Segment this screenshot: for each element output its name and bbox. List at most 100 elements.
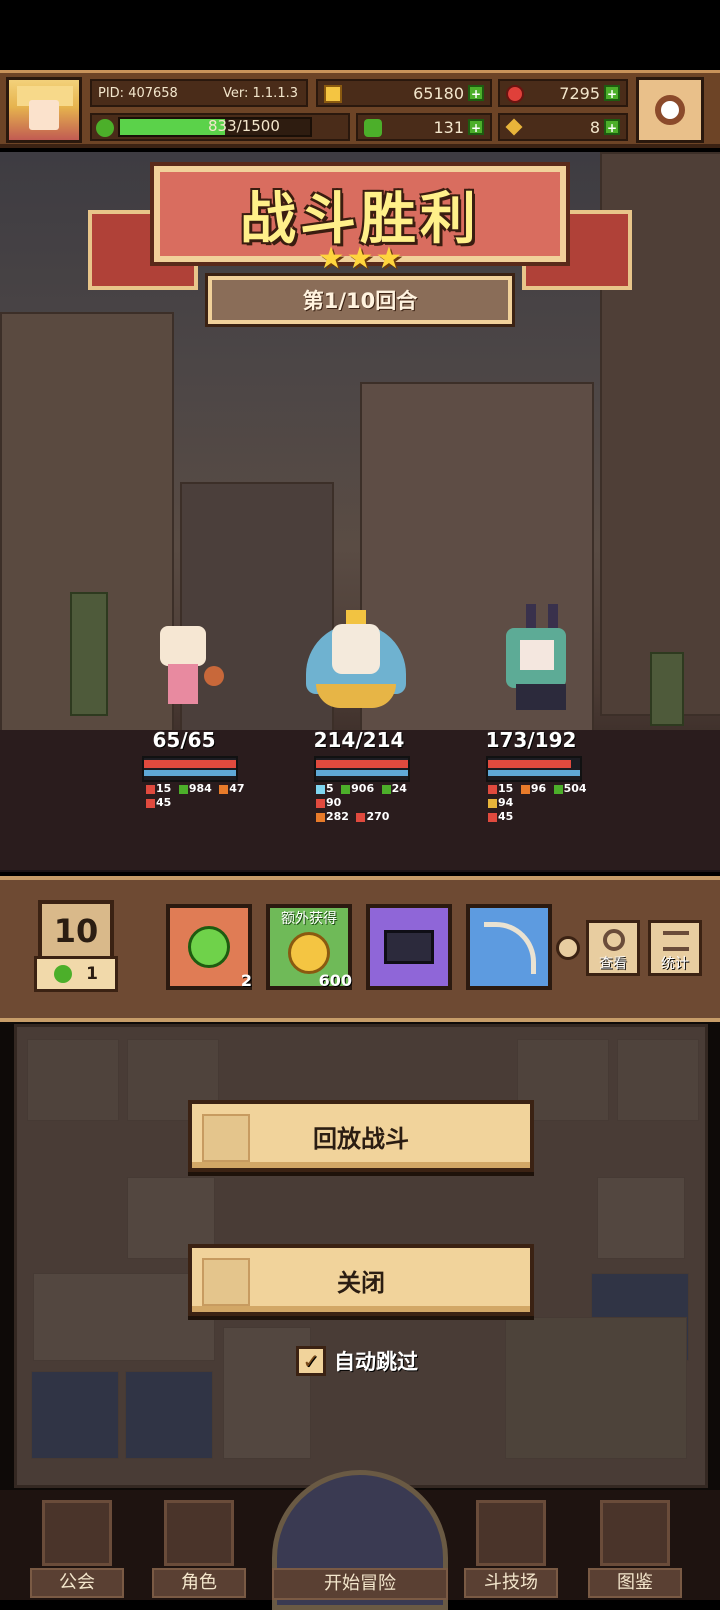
four-leaf-clover-icon [188, 926, 230, 968]
stats-label: 统计 [661, 956, 689, 972]
reward-slot-bow[interactable] [466, 904, 552, 990]
hero-2-stats: 5 906 24 90 282 270 [316, 782, 436, 824]
hero-2-hp-fill [316, 760, 408, 768]
level-badge: 10 [38, 900, 114, 962]
player-avatar[interactable] [6, 77, 82, 143]
extra-reward-label: 额外获得 [281, 911, 337, 927]
player-id: PID: 407658 [98, 85, 178, 101]
hero-3-stat-fire: 96 [530, 782, 547, 795]
nav-start-adventure[interactable]: 开始冒险 [272, 1470, 448, 1610]
round-indicator: 第1/10回合 [208, 276, 512, 324]
gem-value: 7295 [559, 83, 600, 103]
bow-icon [484, 922, 536, 974]
add-key-button[interactable]: + [604, 119, 620, 135]
lock-icon [202, 1114, 250, 1162]
hero-3-stat-attack: 15 [498, 782, 514, 795]
stamina-bar: 833/1500 [90, 113, 350, 141]
star-icon: ★ [375, 241, 403, 276]
reward-slot-clover[interactable]: 2 [166, 904, 252, 990]
hero-2-hp: 214/214 [313, 728, 405, 752]
page-indicator-dot [556, 936, 580, 960]
stats-button[interactable]: 统计 [648, 920, 702, 976]
stamina-progress: 833/1500 [118, 117, 312, 137]
hero-2-stat-regen: 24 [391, 782, 407, 795]
hero-2-stat-attack: 90 [326, 796, 342, 809]
add-clover-button[interactable]: + [468, 119, 484, 135]
player-info: PID: 407658 Ver: 1.1.1.3 [90, 79, 308, 107]
red-gem-icon [506, 85, 524, 103]
add-gold-button[interactable]: + [468, 85, 484, 101]
key-icon [505, 118, 523, 136]
hero-1-stat-damage: 45 [156, 796, 172, 809]
hero-3-hpbar [486, 756, 582, 782]
hero-1-stats: 15 984 47 45 [146, 782, 266, 810]
nav-character[interactable]: 角色 [152, 1500, 246, 1598]
gold-coin-icon [324, 85, 342, 103]
clover-icon [54, 965, 73, 983]
clover-value: 131 [433, 117, 464, 137]
nav-codex[interactable]: 图鉴 [588, 1500, 682, 1598]
replay-battle-label: 回放战斗 [313, 1124, 409, 1153]
auto-skip-checkbox[interactable]: ✓ [296, 1346, 326, 1376]
nav-character-label: 角色 [152, 1568, 246, 1598]
hero-2-stat-damage: 270 [366, 810, 390, 823]
hero-2-stat-heal: 906 [351, 782, 375, 795]
hero-1-hpbar [142, 756, 238, 782]
hero-1-stat-fire: 47 [229, 782, 245, 795]
reward-slot-gold[interactable]: 额外获得 600 [266, 904, 352, 990]
reward-slot-armor[interactable] [366, 904, 452, 990]
gold-coin-icon [288, 932, 330, 974]
hero-3-stat-damage: 45 [498, 810, 514, 823]
settings-button[interactable] [636, 77, 704, 143]
close-x-icon [202, 1258, 250, 1306]
hero-2-stat-fire: 282 [326, 810, 349, 823]
hero-1-hp: 65/65 [152, 728, 216, 752]
hero-1-stat-attack: 15 [156, 782, 172, 795]
add-gem-button[interactable]: + [604, 85, 620, 101]
four-leaf-clover-icon [364, 119, 382, 137]
armor-icon [384, 930, 434, 964]
nav-arena[interactable]: 斗技场 [464, 1500, 558, 1598]
hero-fox-girl[interactable] [138, 620, 228, 716]
guild-house-icon [42, 1500, 112, 1566]
reward-count: 2 [240, 971, 252, 990]
key-counter: 8 + [498, 113, 628, 141]
star-icon: ★ [346, 241, 374, 276]
hero-3-stat-heal: 504 [563, 782, 587, 795]
hero-2-stat-frost: 5 [326, 782, 334, 795]
game-version: Ver: 1.1.1.3 [223, 85, 298, 101]
clover-icon [96, 119, 114, 137]
auto-skip-label: 自动跳过 [334, 1350, 418, 1374]
hero-queen[interactable] [306, 604, 406, 714]
crossed-swords-icon [476, 1500, 546, 1566]
hero-3-hp: 173/192 [485, 728, 577, 752]
character-icon [164, 1500, 234, 1566]
status-bar [0, 0, 720, 70]
close-label: 关闭 [337, 1268, 385, 1297]
list-icon [663, 931, 689, 951]
stamina-text: 833/1500 [208, 117, 280, 135]
nav-adventure-label: 开始冒险 [272, 1568, 448, 1600]
clover-counter: 131 + [356, 113, 492, 141]
hero-bunny-girl[interactable] [496, 604, 586, 714]
hero-2-hpbar [314, 756, 410, 782]
close-button[interactable]: 关闭 [188, 1244, 534, 1316]
replay-battle-button[interactable]: 回放战斗 [188, 1100, 534, 1172]
level-clover-count: 1 [34, 956, 118, 992]
hero-1-hp-fill [144, 760, 236, 768]
gold-value: 65180 [413, 83, 464, 103]
gold-counter: 65180 + [316, 79, 492, 107]
gear-icon [655, 95, 685, 125]
magnifier-icon [603, 929, 625, 951]
key-value: 8 [589, 117, 600, 137]
gem-counter: 7295 + [498, 79, 628, 107]
codex-book-icon [600, 1500, 670, 1566]
level-clover-value: 1 [86, 964, 98, 984]
star-icon: ★ [317, 241, 345, 276]
view-button[interactable]: 查看 [586, 920, 640, 976]
nav-guild[interactable]: 公会 [30, 1500, 124, 1598]
auto-skip-toggle[interactable]: ✓ 自动跳过 [296, 1344, 418, 1378]
hero-1-stat-heal: 984 [188, 782, 212, 795]
round-text: 第1/10回合 [302, 289, 418, 313]
view-label: 查看 [599, 956, 627, 972]
